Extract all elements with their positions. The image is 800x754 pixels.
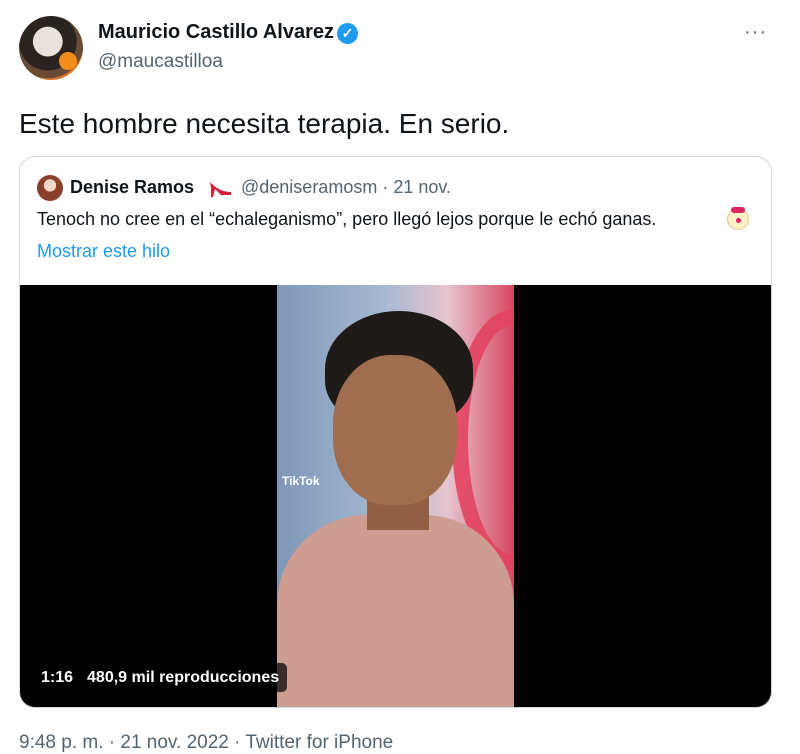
tiktok-logo-text: TikTok [282, 474, 320, 488]
tiktok-watermark: TikTok [282, 474, 320, 488]
high-heel-icon [210, 182, 231, 197]
tweet-text: Este hombre necesita terapia. En serio. [19, 108, 510, 139]
video-duration: 1:16 [41, 669, 74, 686]
author-name[interactable]: Mauricio Castillo Alvarez [98, 21, 334, 44]
verified-badge-icon: ✓ [337, 23, 358, 44]
quoted-handle-date: @deniseramosm · 21 nov. [241, 177, 452, 197]
clown-face-icon [727, 207, 749, 230]
avatar-flower-detail [59, 52, 77, 70]
author-handle[interactable]: @maucastilloa [98, 51, 223, 73]
person-shirt [277, 515, 514, 707]
person-face [333, 355, 457, 505]
show-thread-link[interactable]: Mostrar este hilo [37, 241, 170, 262]
quoted-author-avatar [37, 175, 63, 201]
video-player[interactable]: TikTok 1:16 480,9 mil reproducciones [20, 285, 771, 707]
quoted-text: Tenoch no cree en el “echaleganismo”, pe… [37, 209, 657, 229]
video-stats-overlay: 1:16 480,9 mil reproducciones [33, 663, 288, 692]
more-options-icon[interactable]: ··· [744, 22, 767, 42]
quoted-tweet-card[interactable]: Denise Ramos @deniseramosm · 21 nov. Ten… [19, 156, 772, 708]
video-view-count: 480,9 mil reproducciones [87, 669, 280, 686]
video-frame: TikTok [277, 285, 514, 707]
author-avatar[interactable] [19, 16, 83, 80]
quoted-author-name: Denise Ramos [70, 177, 195, 197]
